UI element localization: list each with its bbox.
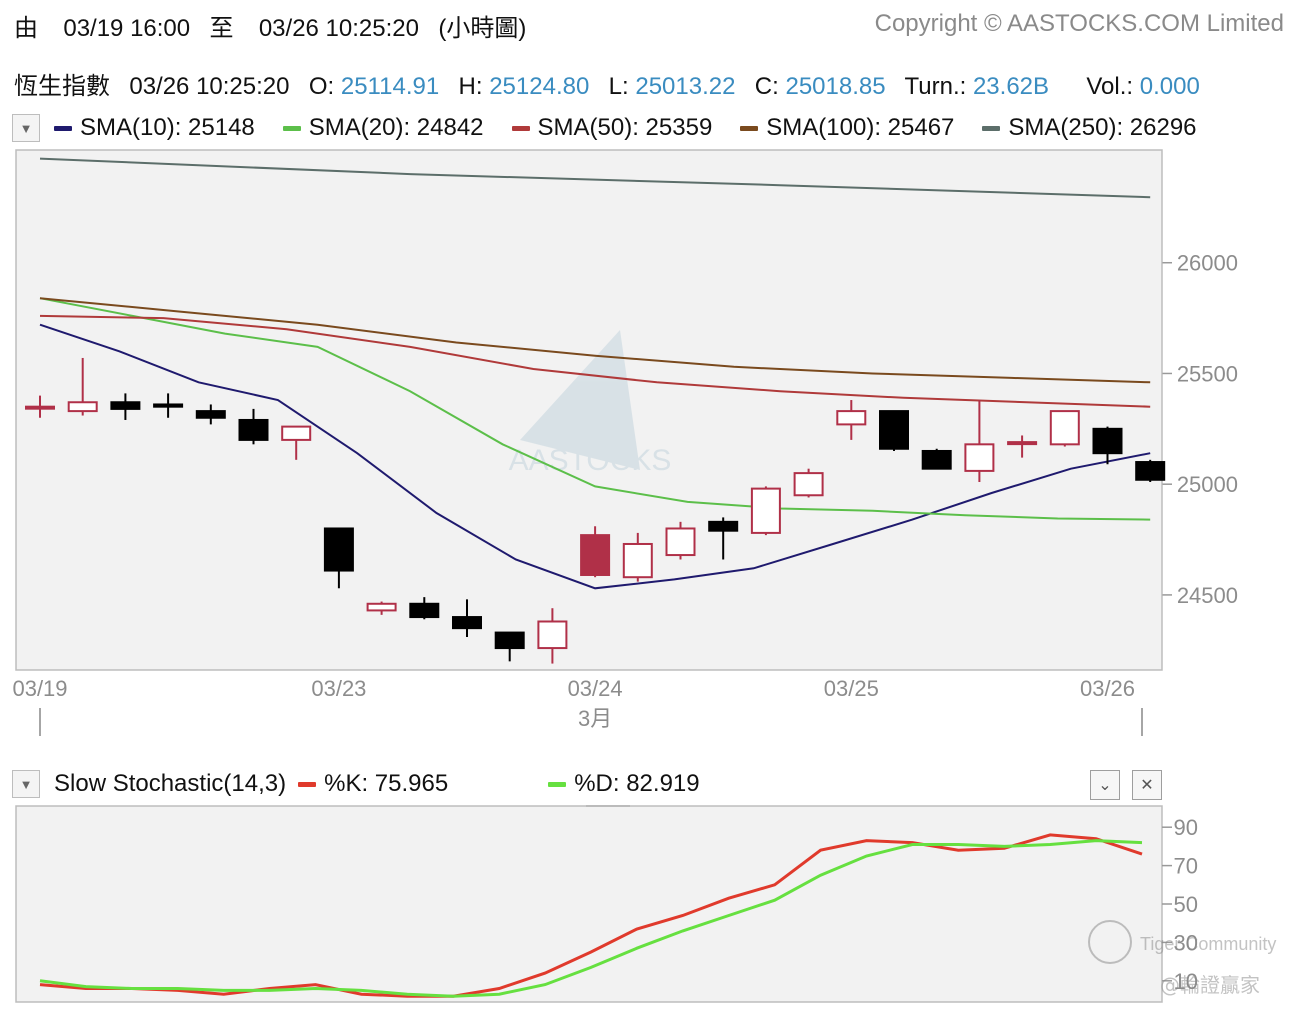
- community-text: Tiger Community: [1140, 934, 1276, 954]
- candle-body: [537, 620, 568, 650]
- y-tick-label: 90: [1174, 815, 1198, 840]
- candle-body: [921, 449, 952, 470]
- x-tick-label: 03/23: [311, 676, 366, 701]
- candle-body: [622, 542, 653, 579]
- candle-body: [25, 405, 55, 410]
- candle-body: [1007, 441, 1038, 446]
- y-tick-label: 24500: [1177, 583, 1238, 608]
- candle-body: [793, 472, 824, 497]
- y-tick-label: 70: [1174, 854, 1198, 879]
- candle-body: [836, 410, 867, 426]
- x-tick-label: 03/19: [12, 676, 67, 701]
- x-tick-label: 03/26: [1080, 676, 1135, 701]
- candle-body: [452, 616, 482, 630]
- aastocks-watermark-text: AASTOCKS: [509, 444, 672, 477]
- y-tick-label: 50: [1174, 892, 1198, 917]
- month-label: 3月: [578, 706, 612, 731]
- handle-text: @輪證贏家: [1160, 973, 1260, 997]
- candle-body: [1049, 410, 1080, 446]
- candle-body: [67, 401, 98, 413]
- candle-body: [964, 443, 995, 472]
- chart-canvas: AASTOCKS 24500 25000 25500 26000 03/19 03/23 0…: [12, 149, 1276, 1003]
- candle-body: [238, 418, 269, 441]
- candle-body: [750, 487, 781, 534]
- candle-body: [195, 410, 226, 419]
- candle-body: [153, 403, 184, 408]
- candle-body: [708, 520, 739, 532]
- stochastic-panel: [15, 805, 1163, 1003]
- candle-body: [879, 410, 909, 450]
- candle-body: [665, 527, 696, 557]
- x-tick-label: 03/25: [824, 676, 879, 701]
- candle-body: [281, 425, 312, 441]
- x-tick-label: 03/24: [568, 676, 623, 701]
- candle-body: [1092, 427, 1123, 455]
- candle-body: [580, 534, 611, 576]
- candle-body: [366, 602, 397, 612]
- y-tick-label: 26000: [1177, 251, 1238, 276]
- candle-body: [1135, 461, 1166, 481]
- candle-body: [409, 602, 440, 619]
- candle-body: [494, 631, 525, 650]
- candle-body: [323, 527, 354, 572]
- candle-body: [110, 401, 141, 410]
- y-tick-label: 25000: [1177, 472, 1238, 497]
- y-tick-label: 25500: [1177, 361, 1238, 386]
